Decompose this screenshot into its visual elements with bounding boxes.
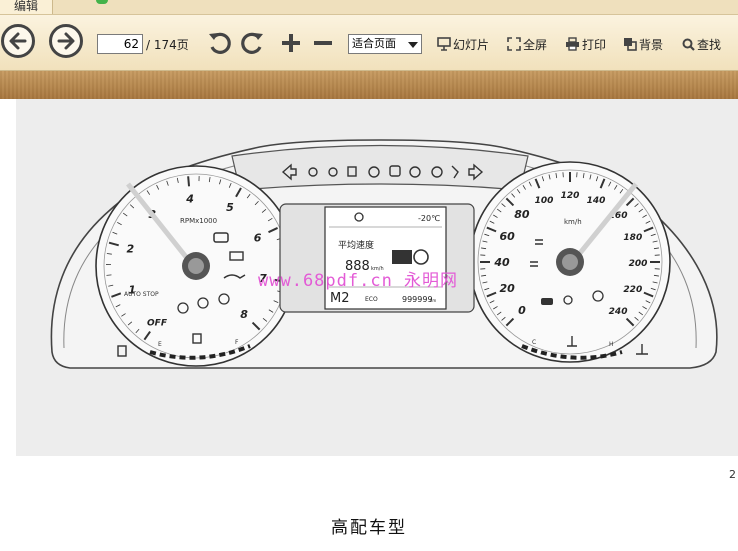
display-temperature: -20℃ <box>418 214 440 223</box>
speed-tick-label: 0 <box>518 304 526 317</box>
watermark-text: www.68pdf.cn 永明网 <box>258 271 459 291</box>
speed-tick-label: 100 <box>535 196 554 206</box>
rpm-tick <box>187 176 191 187</box>
fuel-empty-label: E <box>158 341 162 348</box>
rpm-tick-label: 4 <box>185 192 194 205</box>
speed-tick-label: 80 <box>514 208 530 221</box>
speed-tick-label: 220 <box>623 285 642 295</box>
figure-caption: 高配车型 <box>331 518 407 538</box>
rpm-tick-label: 2 <box>126 242 134 255</box>
display-gear: M2 <box>330 291 350 306</box>
rpm-tick-label: 5 <box>226 201 234 214</box>
display-fuel-gauge-icon <box>392 250 412 264</box>
display-title: 平均速度 <box>338 239 374 251</box>
rpm-tick <box>106 274 112 276</box>
speedometer-gauge: 020406080100120140160180200220240 <box>469 161 671 363</box>
speed-tick-label: 120 <box>561 191 580 201</box>
display-odometer-unit: km <box>430 298 436 303</box>
speed-tick-label: 140 <box>587 196 606 206</box>
temp-cold-label: C <box>532 339 536 346</box>
auto-stop-label: AUTO STOP <box>124 291 159 298</box>
speed-tick-label: 180 <box>623 233 642 243</box>
speed-tick-label: 200 <box>629 259 648 269</box>
speed-unit-label: km/h <box>564 218 582 226</box>
display-eco: ECO <box>365 296 378 303</box>
speed-tick-label: 240 <box>609 307 628 317</box>
temp-hot-label: H <box>609 341 614 348</box>
display-odometer: 999999 <box>402 295 433 304</box>
speed-tick-label: 40 <box>493 256 510 269</box>
fuel-full-label: F <box>235 339 239 346</box>
speed-tick-label: 60 <box>500 230 516 243</box>
car-lock-icon <box>541 298 553 305</box>
rpm-tick-label: 6 <box>254 231 262 244</box>
rpm-tick-label: 8 <box>240 308 248 321</box>
page-number: 2 <box>729 468 736 481</box>
rpm-tick-label: OFF <box>147 319 168 329</box>
rpm-unit-label: RPMx1000 <box>180 217 217 225</box>
speed-tick-label: 20 <box>500 282 516 295</box>
